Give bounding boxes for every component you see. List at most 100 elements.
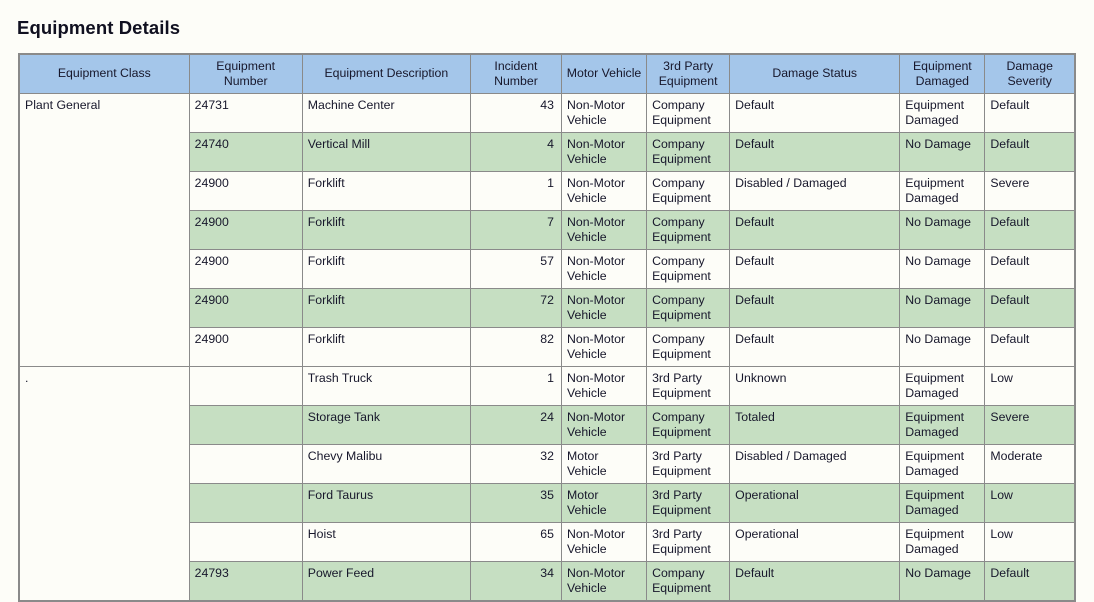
column-header-label-line2: Number xyxy=(494,73,538,88)
table-header: Equipment Class Equipment Number Equipme… xyxy=(18,53,1076,94)
column-header-motor-vehicle[interactable]: Motor Vehicle xyxy=(560,53,648,94)
cell-incident-number: 1 xyxy=(469,171,562,211)
column-header-label-line1: 3rd Party xyxy=(663,59,714,73)
cell-equipment-description: Ford Taurus xyxy=(301,483,471,523)
cell-equipment-damaged: Equipment Damaged xyxy=(899,522,986,562)
cell-motor-vehicle: Non-Motor Vehicle xyxy=(560,132,648,172)
equipment-details-table-container: Equipment Class Equipment Number Equipme… xyxy=(18,53,1076,602)
cell-damage-status: Disabled / Damaged xyxy=(729,171,901,211)
cell-incident-number: 82 xyxy=(469,327,562,367)
cell-damage-severity: Default xyxy=(984,93,1076,133)
cell-equipment-description: Storage Tank xyxy=(301,405,471,445)
cell-third-party-equipment: 3rd Party Equipment xyxy=(646,522,731,562)
cell-third-party-equipment: 3rd Party Equipment xyxy=(646,366,731,406)
cell-third-party-equipment: Company Equipment xyxy=(646,210,731,250)
cell-incident-number: 4 xyxy=(469,132,562,172)
cell-equipment-number: 24793 xyxy=(188,561,303,602)
cell-third-party-equipment: Company Equipment xyxy=(646,327,731,367)
column-header-label-line2: Number xyxy=(223,73,268,88)
column-header-label-line1: Incident xyxy=(494,59,538,73)
cell-motor-vehicle: Non-Motor Vehicle xyxy=(560,405,648,445)
cell-equipment-damaged: Equipment Damaged xyxy=(899,405,986,445)
cell-damage-severity: Default xyxy=(984,561,1076,602)
cell-damage-severity: Default xyxy=(984,132,1076,172)
cell-incident-number: 1 xyxy=(469,366,562,406)
table-header-row: Equipment Class Equipment Number Equipme… xyxy=(18,53,1076,94)
cell-damage-status: Operational xyxy=(729,483,901,523)
cell-incident-number: 43 xyxy=(469,93,562,133)
cell-motor-vehicle: Non-Motor Vehicle xyxy=(560,522,648,562)
column-header-incident-number[interactable]: Incident Number xyxy=(469,53,562,94)
cell-equipment-damaged: Equipment Damaged xyxy=(899,366,986,406)
cell-damage-status: Default xyxy=(729,93,901,133)
cell-damage-status: Default xyxy=(729,210,901,250)
cell-equipment-number: 24731 xyxy=(188,93,303,133)
cell-equipment-description: Hoist xyxy=(301,522,471,562)
column-header-label-line2: Damaged xyxy=(915,73,969,88)
cell-incident-number: 57 xyxy=(469,249,562,289)
cell-equipment-number: 24900 xyxy=(188,288,303,328)
column-header-equipment-class[interactable]: Equipment Class xyxy=(18,53,190,94)
cell-equipment-damaged: No Damage xyxy=(899,561,986,602)
cell-equipment-number xyxy=(188,366,303,406)
cell-damage-status: Disabled / Damaged xyxy=(729,444,901,484)
cell-incident-number: 65 xyxy=(469,522,562,562)
page-title: Equipment Details xyxy=(17,17,181,39)
column-header-label-line2: Equipment xyxy=(658,73,718,88)
cell-equipment-description: Forklift xyxy=(301,171,471,211)
cell-equipment-damaged: Equipment Damaged xyxy=(899,444,986,484)
cell-equipment-damaged: No Damage xyxy=(899,327,986,367)
cell-equipment-number: 24900 xyxy=(188,249,303,289)
column-header-damage-severity[interactable]: Damage Severity xyxy=(984,53,1076,94)
cell-damage-severity: Severe xyxy=(984,171,1076,211)
cell-equipment-number xyxy=(188,483,303,523)
cell-equipment-damaged: Equipment Damaged xyxy=(899,171,986,211)
cell-equipment-number: 24900 xyxy=(188,327,303,367)
column-header-damage-status[interactable]: Damage Status xyxy=(729,53,901,94)
cell-equipment-description: Trash Truck xyxy=(301,366,471,406)
cell-motor-vehicle: Non-Motor Vehicle xyxy=(560,210,648,250)
cell-motor-vehicle: Motor Vehicle xyxy=(560,483,648,523)
cell-damage-severity: Low xyxy=(984,522,1076,562)
cell-equipment-class: Plant General xyxy=(18,93,190,367)
cell-damage-severity: Severe xyxy=(984,405,1076,445)
cell-damage-status: Operational xyxy=(729,522,901,562)
cell-incident-number: 35 xyxy=(469,483,562,523)
cell-motor-vehicle: Non-Motor Vehicle xyxy=(560,171,648,211)
cell-third-party-equipment: Company Equipment xyxy=(646,132,731,172)
cell-incident-number: 34 xyxy=(469,561,562,602)
table-row[interactable]: . Trash Truck 1 Non-Motor Vehicle 3rd Party … xyxy=(18,366,1076,602)
cell-damage-severity: Default xyxy=(984,288,1076,328)
column-header-label-line2: Severity xyxy=(1007,73,1052,88)
column-header-third-party-equipment[interactable]: 3rd Party Equipment xyxy=(646,53,731,94)
cell-third-party-equipment: 3rd Party Equipment xyxy=(646,444,731,484)
cell-motor-vehicle: Non-Motor Vehicle xyxy=(560,249,648,289)
cell-damage-severity: Default xyxy=(984,327,1076,367)
cell-damage-status: Default xyxy=(729,327,901,367)
cell-equipment-description: Power Feed xyxy=(301,561,471,602)
column-header-equipment-damaged[interactable]: Equipment Damaged xyxy=(899,53,986,94)
cell-motor-vehicle: Non-Motor Vehicle xyxy=(560,366,648,406)
column-header-label: Equipment Class xyxy=(57,66,151,81)
cell-equipment-damaged: No Damage xyxy=(899,249,986,289)
cell-equipment-number xyxy=(188,444,303,484)
equipment-details-table: Equipment Class Equipment Number Equipme… xyxy=(18,53,1076,602)
cell-motor-vehicle: Motor Vehicle xyxy=(560,444,648,484)
cell-equipment-damaged: No Damage xyxy=(899,210,986,250)
cell-damage-severity: Default xyxy=(984,210,1076,250)
cell-equipment-number xyxy=(188,522,303,562)
cell-damage-status: Default xyxy=(729,288,901,328)
cell-equipment-number xyxy=(188,405,303,445)
cell-damage-severity: Low xyxy=(984,366,1076,406)
cell-equipment-class: . xyxy=(18,366,190,602)
column-header-equipment-number[interactable]: Equipment Number xyxy=(188,53,303,94)
column-header-label-line1: Equipment xyxy=(912,59,972,73)
cell-equipment-number: 24900 xyxy=(188,210,303,250)
table-row[interactable]: Plant General 24731 Machine Center 43 Non-Mo… xyxy=(18,93,1076,367)
cell-motor-vehicle: Non-Motor Vehicle xyxy=(560,561,648,602)
column-header-equipment-description[interactable]: Equipment Description xyxy=(301,53,471,94)
cell-damage-status: Unknown xyxy=(729,366,901,406)
cell-equipment-description: Forklift xyxy=(301,327,471,367)
cell-equipment-damaged: Equipment Damaged xyxy=(899,93,986,133)
cell-equipment-description: Chevy Malibu xyxy=(301,444,471,484)
